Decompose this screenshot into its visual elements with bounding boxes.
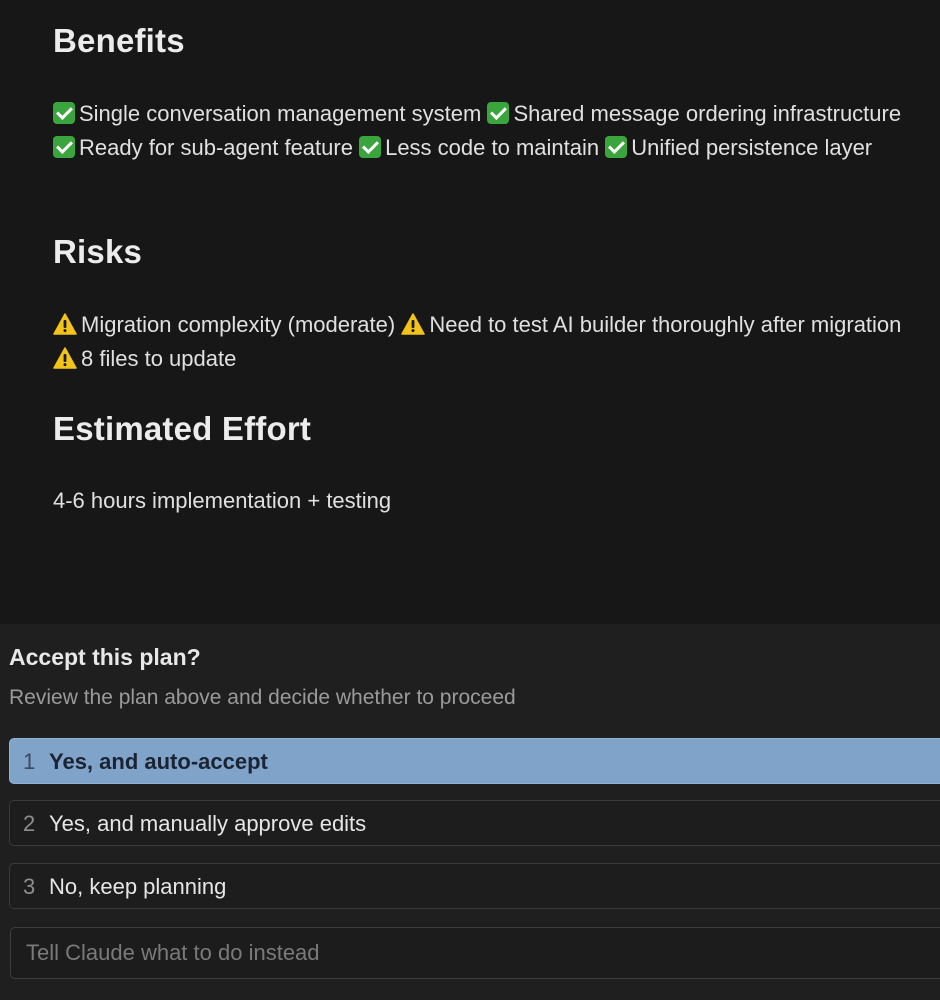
risk-item: Migration complexity (moderate) — [81, 312, 396, 337]
option-number: 1 — [23, 749, 36, 774]
risks-heading: Risks — [53, 233, 143, 270]
option-number: 3 — [23, 874, 36, 899]
option-auto-accept[interactable]: 1 Yes, and auto-accept — [9, 738, 940, 784]
effort-heading: Estimated Effort — [53, 410, 312, 447]
benefits-heading: Benefits — [53, 22, 185, 59]
risks-paragraph: Migration complexity (moderate) Need to … — [53, 308, 925, 376]
panel-title: Accept this plan? — [9, 644, 201, 670]
check-mark-icon — [359, 136, 382, 158]
check-mark-icon — [605, 136, 628, 158]
risk-item: 8 files to update — [81, 346, 237, 371]
instead-input[interactable] — [10, 927, 940, 979]
check-mark-icon — [53, 102, 75, 124]
benefit-item: Shared message ordering infrastructure — [513, 101, 902, 126]
benefit-item: Ready for sub-agent feature — [79, 135, 353, 160]
warning-icon — [53, 347, 77, 369]
check-mark-icon — [53, 136, 75, 158]
warning-icon — [401, 313, 426, 335]
option-number: 2 — [23, 811, 36, 836]
check-mark-icon — [487, 102, 510, 124]
benefit-item: Unified persistence layer — [631, 135, 873, 160]
benefit-item: Less code to maintain — [385, 135, 600, 160]
benefit-item: Single conversation management system — [79, 101, 482, 126]
warning-icon — [53, 313, 77, 335]
effort-text: 4-6 hours implementation + testing — [53, 488, 392, 513]
option-label: No, keep planning — [49, 874, 227, 899]
option-label: Yes, and manually approve edits — [49, 811, 367, 836]
plan-document: Benefits Single conversation management … — [0, 0, 940, 624]
accept-plan-panel: Accept this plan? Review the plan above … — [0, 624, 940, 1000]
plan-review-view: Benefits Single conversation management … — [0, 0, 940, 1000]
option-manually-approve[interactable]: 2 Yes, and manually approve edits — [9, 800, 940, 846]
benefits-paragraph: Single conversation management system Sh… — [53, 97, 925, 165]
panel-subtitle: Review the plan above and decide whether… — [9, 686, 516, 709]
option-keep-planning[interactable]: 3 No, keep planning — [9, 863, 940, 909]
risk-item: Need to test AI builder thoroughly after… — [429, 312, 902, 337]
option-label: Yes, and auto-accept — [49, 749, 268, 774]
